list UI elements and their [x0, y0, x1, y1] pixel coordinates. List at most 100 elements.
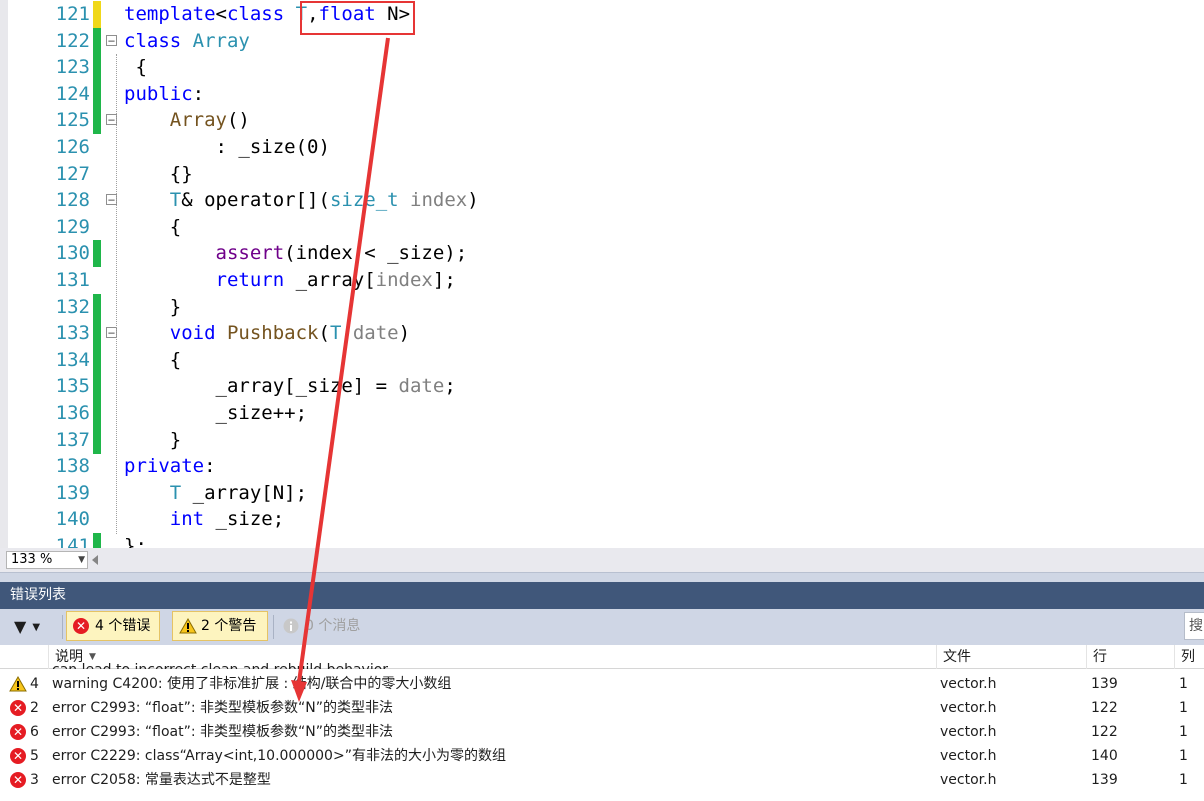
code-line[interactable]: 126 : _size(0): [0, 134, 1204, 161]
column-label: 行: [1093, 649, 1107, 665]
code-text: _array[_size] = date;: [124, 373, 456, 400]
code-text: {: [124, 54, 146, 81]
row-index: 3: [30, 772, 39, 788]
row-file: vector.h: [940, 700, 997, 716]
code-line[interactable]: 133− void Pushback(T date): [0, 320, 1204, 348]
row-index: 2: [30, 700, 39, 716]
code-token: }: [124, 295, 182, 318]
row-description: error C2229: class“Array<int,10.000000>”…: [52, 748, 506, 764]
line-number: 130: [55, 242, 90, 265]
code-text: Array(): [124, 107, 250, 134]
code-line[interactable]: 138 private:: [0, 453, 1204, 480]
code-token: _size++;: [124, 402, 308, 424]
code-line[interactable]: 128− T& operator[](size_t index): [0, 187, 1204, 214]
toolbar-separator: [273, 615, 274, 639]
messages-filter-toggle[interactable]: 0 个消息: [276, 611, 376, 641]
change-marker: [93, 80, 101, 108]
line-number: 129: [55, 215, 90, 238]
code-line[interactable]: 137 }: [0, 426, 1204, 454]
code-token: }: [124, 428, 182, 451]
search-input[interactable]: 搜: [1184, 612, 1204, 640]
panel-splitter[interactable]: [0, 572, 1204, 582]
code-editor[interactable]: 121 template<class T,float N> 122− class Ar…: [0, 0, 1204, 548]
code-text: T _array[N];: [124, 480, 307, 507]
info-icon: [283, 618, 299, 634]
code-line[interactable]: 139 T _array[N];: [0, 480, 1204, 507]
change-marker: [93, 373, 101, 401]
code-line[interactable]: 135 _array[_size] = date;: [0, 373, 1204, 401]
code-text: : _size(0): [124, 134, 330, 161]
code-line[interactable]: 141};: [0, 533, 1204, 548]
error-list-panel: 错误列表 ▼ ▼ ✕ 4 个错误 2 个警告 0 个消息 搜 说明 ▼ 文件 行…: [0, 582, 1204, 801]
line-number: 131: [55, 269, 90, 291]
row-line: 122: [1091, 700, 1118, 716]
errors-filter-toggle[interactable]: ✕ 4 个错误: [66, 611, 160, 641]
column-header-file[interactable]: 文件: [936, 645, 1086, 669]
line-number: 132: [55, 295, 90, 318]
code-token: {}: [124, 162, 193, 185]
code-line[interactable]: 140 int _size;: [0, 506, 1204, 533]
search-placeholder: 搜: [1189, 618, 1203, 634]
row-column: 1: [1179, 700, 1188, 716]
code-line[interactable]: 131 return _array[index];: [0, 267, 1204, 294]
code-token: T: [329, 322, 342, 345]
code-line[interactable]: 124 public:: [0, 80, 1204, 108]
annotation-highlight-box: [300, 1, 415, 35]
code-line[interactable]: 129 {: [0, 214, 1204, 241]
code-text: void Pushback(T date): [124, 320, 410, 347]
code-token: date: [398, 375, 445, 398]
code-token: index: [375, 269, 433, 291]
code-token: (): [226, 109, 250, 132]
warnings-filter-toggle[interactable]: 2 个警告: [172, 611, 268, 641]
warning-icon: [9, 676, 27, 692]
row-line: 139: [1091, 772, 1118, 788]
code-text: }: [124, 294, 181, 321]
line-number: 123: [55, 56, 90, 79]
code-line[interactable]: 132 }: [0, 293, 1204, 321]
zoom-level-dropdown[interactable]: 133 % ▼: [6, 551, 88, 569]
code-line[interactable]: 127 {}: [0, 161, 1204, 188]
code-token: T: [169, 481, 182, 504]
line-number: 137: [55, 428, 90, 451]
code-line[interactable]: 122 − class Array: [0, 27, 1204, 55]
code-token: T: [169, 189, 182, 212]
line-number: 122: [55, 29, 90, 52]
row-line: 139: [1091, 676, 1118, 692]
code-token: <: [215, 3, 227, 25]
filter-button[interactable]: ▼ ▼: [14, 615, 58, 639]
change-marker: [93, 533, 101, 548]
code-token: };: [124, 535, 147, 548]
table-row[interactable]: ✕ 6 error C2993: “float”: 非类型模板参数“N”的类型非法 v…: [0, 720, 1204, 744]
line-number: 133: [55, 322, 90, 345]
code-line[interactable]: 125− Array(): [0, 107, 1204, 135]
code-line[interactable]: 136 _size++;: [0, 400, 1204, 427]
column-label: 列: [1181, 649, 1195, 665]
scroll-left-icon[interactable]: [92, 555, 98, 565]
code-token: index: [410, 189, 468, 212]
code-token: ;: [444, 375, 456, 398]
zoom-level-value: 133 %: [11, 552, 53, 567]
collapse-icon[interactable]: −: [106, 34, 117, 47]
code-line[interactable]: 134 {: [0, 346, 1204, 374]
column-header-column[interactable]: 列: [1174, 645, 1204, 669]
code-token: Pushback: [226, 322, 319, 345]
code-line[interactable]: 130 assert(index < _size);: [0, 240, 1204, 268]
code-token: _array[N];: [181, 481, 308, 504]
row-line: 140: [1091, 748, 1118, 764]
table-row[interactable]: ✕ 2 error C2993: “float”: 非类型模板参数“N”的类型非法 v…: [0, 696, 1204, 720]
row-index: 5: [30, 748, 39, 764]
table-row[interactable]: 4 warning C4200: 使用了非标准扩展 : 结构/联合中的零大小数组 v…: [0, 672, 1204, 696]
code-text: public:: [124, 81, 204, 108]
code-line[interactable]: 123 {: [0, 54, 1204, 82]
code-line[interactable]: 121 template<class T,float N>: [0, 1, 1204, 28]
code-token: {: [124, 215, 182, 238]
table-row[interactable]: ✕ 5 error C2229: class“Array<int,10.000000…: [0, 744, 1204, 768]
column-header-line[interactable]: 行: [1086, 645, 1174, 669]
table-row[interactable]: ✕ 3 error C2058: 常量表达式不是整型 vector.h 139 1: [0, 768, 1204, 792]
